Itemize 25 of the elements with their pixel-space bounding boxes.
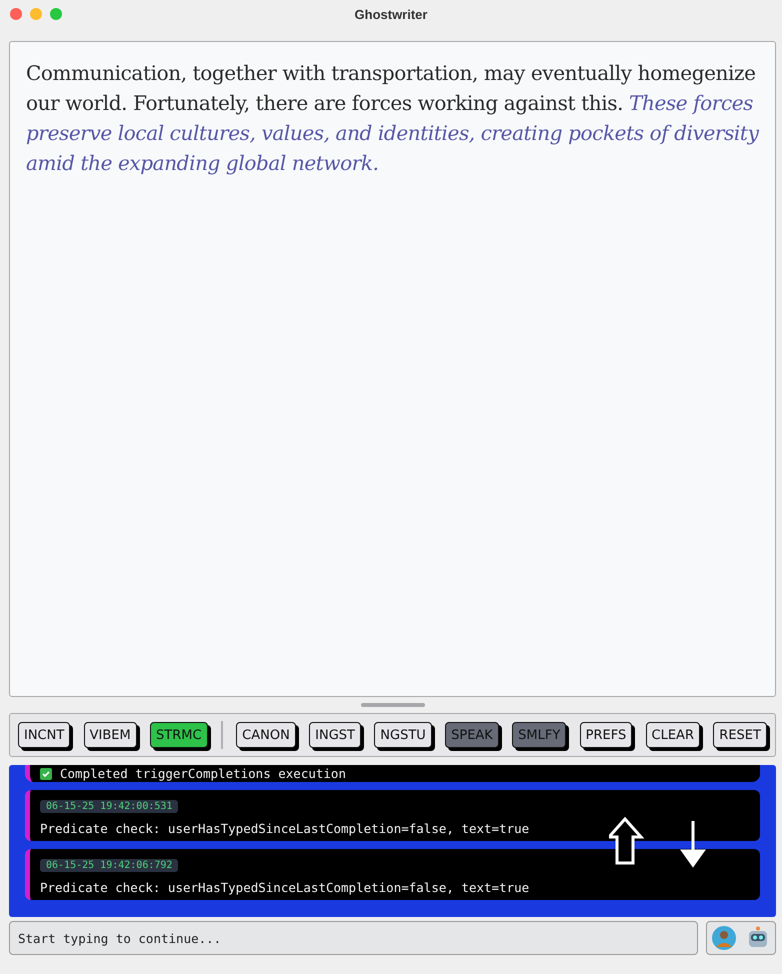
toolbar-button[interactable]: STRMC [150,722,208,748]
minimize-button[interactable] [30,8,42,20]
editor-text: Communication, together with transportation, may eventually homegenize our world. Fortunately, there are forces working against this. These forces preserve local cultures, values, and identities, creating pockets of diversity amid the expanding global network. [26,60,759,177]
toolbar-button[interactable]: INGST [309,722,361,748]
check-icon [40,768,52,780]
toolbar-button[interactable]: PREFS [580,722,632,748]
avatar-icon[interactable] [712,926,736,950]
log-message: Predicate check: userHasTypedSinceLastCompletion=false, text=true [40,880,530,895]
timestamp: 06-15-25 19:42:06:792 [40,859,178,872]
timestamp: 06-15-25 19:42:00:531 [40,800,178,813]
toolbar-button[interactable]: CLEAR [646,722,700,748]
toolbar-button[interactable]: NGSTU [374,722,432,748]
zoom-button[interactable] [50,8,62,20]
text-editor[interactable] [9,41,776,697]
toolbar-button[interactable]: VIBEM [84,722,137,748]
close-button[interactable] [10,8,22,20]
log-message: Completed triggerCompletions execution [60,766,346,781]
toolbar-button[interactable]: CANON [236,722,296,748]
toolbar-button[interactable]: INCNT [18,722,70,748]
robot-icon[interactable] [746,926,770,950]
log-message: Predicate check: userHasTypedSinceLastCompletion=false, text=true [40,821,530,836]
window-title: Ghostwriter [354,6,428,22]
toolbar-button[interactable]: RESET [713,722,767,748]
resize-handle[interactable] [360,703,424,707]
prompt-input[interactable]: Start typing to continue... [9,921,698,955]
